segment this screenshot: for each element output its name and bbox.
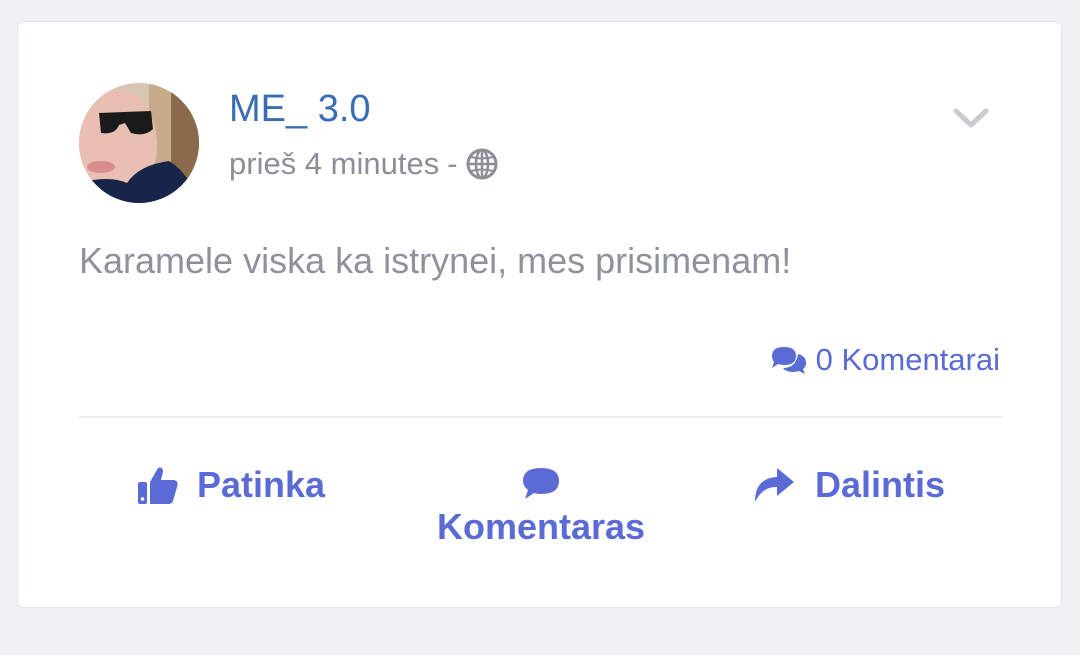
- post-timestamp: prieš 4 minutes: [229, 146, 440, 181]
- thumbs-up-icon: [137, 464, 179, 506]
- post-card: ME_ 3.0 prieš 4 minutes - Karamele viska…: [17, 21, 1062, 608]
- comments-icon: [770, 344, 808, 376]
- share-button[interactable]: Dalintis: [753, 464, 945, 506]
- comment-button[interactable]: Komentaras: [418, 466, 664, 548]
- like-label: Patinka: [197, 464, 326, 505]
- comment-icon: [521, 466, 561, 502]
- post-text: Karamele viska ka istrynei, mes prisimen…: [79, 240, 792, 281]
- avatar[interactable]: [79, 83, 199, 203]
- share-label: Dalintis: [815, 464, 946, 505]
- avatar-photo: [79, 83, 199, 203]
- comment-label: Komentaras: [436, 506, 646, 547]
- share-arrow-icon: [753, 466, 795, 504]
- chevron-down-icon[interactable]: [952, 105, 990, 131]
- divider: [79, 416, 1003, 418]
- post-meta: prieš 4 minutes -: [229, 146, 498, 182]
- author-name[interactable]: ME_ 3.0: [229, 88, 371, 131]
- comments-count-link[interactable]: 0 Komentarai: [770, 342, 1000, 378]
- globe-icon: [466, 148, 498, 180]
- meta-separator: -: [447, 146, 458, 181]
- like-button[interactable]: Patinka: [137, 464, 325, 506]
- comments-count-label: 0 Komentarai: [815, 342, 1000, 377]
